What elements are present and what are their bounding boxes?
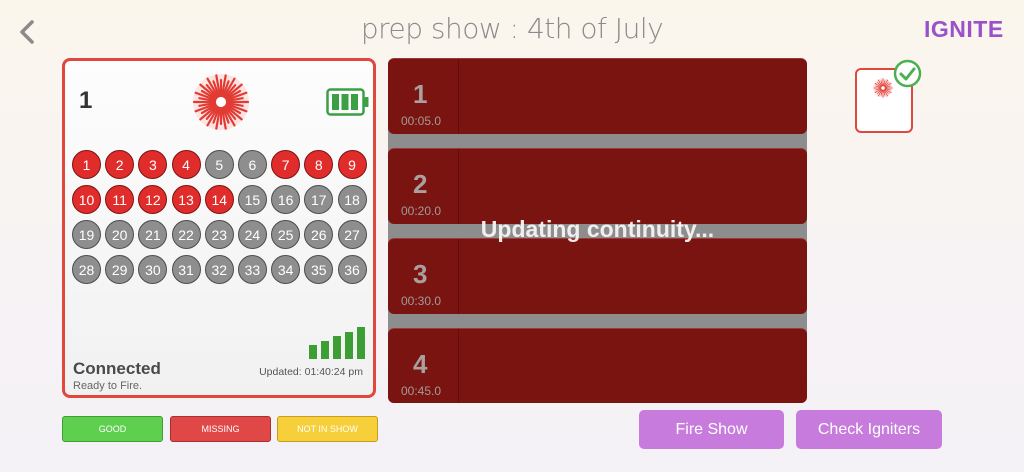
timeline-cue-row[interactable]: 2 00:20.0	[388, 148, 807, 224]
timeline-cue-row[interactable]: 4 00:45.0	[388, 328, 807, 403]
timeline-cue-number: 3	[413, 259, 428, 289]
cue-button-34[interactable]: 34	[271, 255, 301, 284]
module-card[interactable]: 1 1 2 3 4 5 6 7 8 9 10 11 12 13 14 15 16 17 18 19 20 21 22 23 2…	[62, 58, 376, 398]
row-divider	[458, 239, 459, 314]
timeline-cue-number: 2	[413, 169, 428, 199]
cue-button-16[interactable]: 16	[271, 185, 301, 214]
cue-button-21[interactable]: 21	[138, 220, 168, 249]
cue-button-28[interactable]: 28	[72, 255, 101, 284]
cue-timeline[interactable]: 1 00:05.0 2 00:20.0 3 00:30.0 4 00:45.0 …	[388, 58, 807, 403]
check-igniters-button[interactable]: Check Igniters	[796, 410, 942, 449]
row-divider	[458, 329, 459, 403]
battery-icon	[326, 88, 369, 116]
cue-button-27[interactable]: 27	[337, 220, 367, 249]
cue-button-4[interactable]: 4	[171, 150, 201, 179]
timeline-cue-number: 1	[413, 79, 428, 109]
ready-status: Ready to Fire.	[73, 380, 143, 392]
cue-button-24[interactable]: 24	[237, 220, 267, 249]
cue-button-9[interactable]: 9	[337, 150, 367, 179]
cue-button-1[interactable]: 1	[72, 150, 101, 179]
cue-button-36[interactable]: 36	[337, 255, 367, 284]
firework-burst-icon	[873, 78, 893, 98]
firework-burst-icon	[192, 74, 250, 130]
cue-button-29[interactable]: 29	[105, 255, 135, 284]
cue-button-33[interactable]: 33	[237, 255, 267, 284]
cue-button-2[interactable]: 2	[105, 150, 135, 179]
cue-button-18[interactable]: 18	[337, 185, 367, 214]
cue-button-7[interactable]: 7	[271, 150, 301, 179]
checkmark-icon	[893, 59, 922, 88]
timeline-cue-number: 4	[413, 349, 428, 379]
row-divider	[458, 149, 459, 224]
ignite-logo: IGNITE	[924, 16, 1004, 42]
cue-button-3[interactable]: 3	[138, 150, 168, 179]
timeline-cue-time: 00:30.0	[401, 294, 442, 308]
cue-button-20[interactable]: 20	[105, 220, 135, 249]
cue-button-19[interactable]: 19	[72, 220, 101, 249]
module-number: 1	[79, 87, 93, 114]
cue-button-17[interactable]: 17	[304, 185, 334, 214]
cue-button-31[interactable]: 31	[171, 255, 201, 284]
cue-button-22[interactable]: 22	[171, 220, 201, 249]
cue-button-23[interactable]: 23	[204, 220, 234, 249]
cue-button-35[interactable]: 35	[304, 255, 334, 284]
cue-button-14[interactable]: 14	[204, 185, 234, 214]
cue-button-12[interactable]: 12	[138, 185, 168, 214]
cue-button-32[interactable]: 32	[204, 255, 234, 284]
cue-button-26[interactable]: 26	[304, 220, 334, 249]
cue-button-25[interactable]: 25	[271, 220, 301, 249]
cue-button-8[interactable]: 8	[304, 150, 334, 179]
fire-show-button[interactable]: Fire Show	[639, 410, 784, 449]
updating-overlay: Updating continuity...	[480, 216, 715, 242]
cue-button-15[interactable]: 15	[237, 185, 267, 214]
cue-button-13[interactable]: 13	[171, 185, 201, 214]
legend-not-in-show: NOT IN SHOW	[277, 416, 378, 442]
cue-grid: 1 2 3 4 5 6 7 8 9 10 11 12 13 14 15 16 17 18 19 20 21 22 23 24 2…	[72, 150, 372, 284]
connection-status: Connected	[73, 359, 161, 378]
legend-missing: MISSING	[170, 416, 271, 442]
cue-button-5[interactable]: 5	[204, 150, 234, 179]
row-divider	[458, 59, 459, 134]
cue-button-10[interactable]: 10	[72, 185, 101, 214]
updated-timestamp: Updated: 01:40:24 pm	[259, 366, 363, 378]
page-title: prep show : 4th of July	[360, 12, 664, 45]
cue-button-6[interactable]: 6	[237, 150, 267, 179]
timeline-cue-row[interactable]: 3 00:30.0	[388, 238, 807, 314]
signal-strength-icon	[309, 327, 365, 359]
cue-button-30[interactable]: 30	[138, 255, 168, 284]
timeline-cue-row[interactable]: 1 00:05.0	[388, 58, 807, 134]
legend-good: GOOD	[62, 416, 163, 442]
cue-button-11[interactable]: 11	[105, 185, 135, 214]
timeline-cue-time: 00:45.0	[401, 384, 442, 398]
timeline-cue-time: 00:05.0	[401, 114, 442, 128]
